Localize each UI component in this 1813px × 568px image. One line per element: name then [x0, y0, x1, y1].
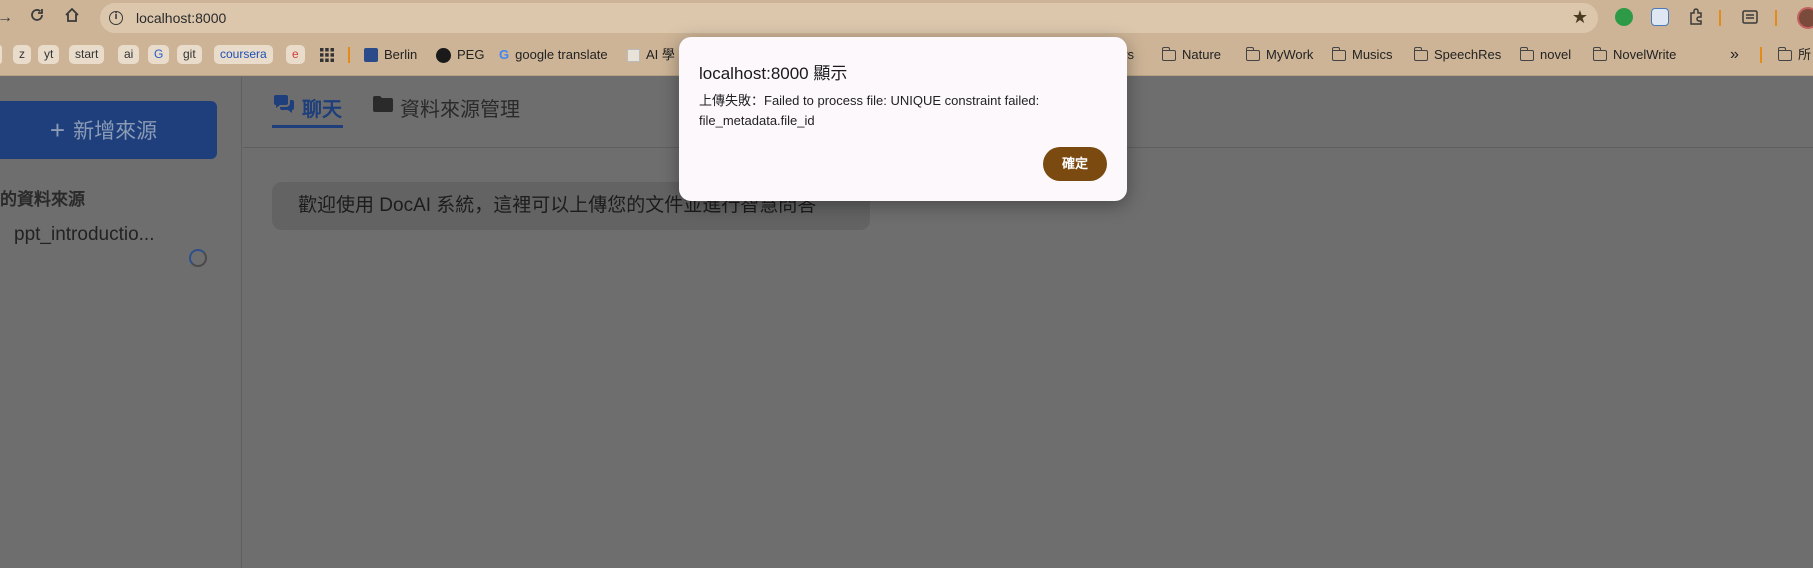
dialog-ok-button[interactable]: 確定: [1043, 147, 1107, 181]
address-bar[interactable]: i localhost:8000 ★: [100, 3, 1598, 33]
plus-icon: +: [49, 114, 66, 145]
folder-icon: [1413, 46, 1428, 61]
address-url[interactable]: localhost:8000: [136, 10, 226, 26]
bookmarks-overflow-chevron-icon[interactable]: »: [1730, 46, 1739, 64]
bookmark-chip-yt[interactable]: yt: [38, 45, 60, 64]
berlin-favicon-icon: [364, 48, 378, 62]
bookmark-chip-z[interactable]: z: [13, 45, 31, 64]
dialog-title: localhost:8000 顯示: [699, 64, 848, 83]
bookmark-folder-musics[interactable]: Musics: [1331, 46, 1392, 64]
bookmark-star-icon[interactable]: ★: [1572, 7, 1588, 28]
dialog-message: 上傳失敗：Failed to process file: UNIQUE cons…: [699, 93, 1040, 128]
evernote-extension-icon[interactable]: [1615, 8, 1633, 26]
tab-source-management[interactable]: 資料來源管理: [372, 87, 520, 127]
profile-avatar[interactable]: [1797, 7, 1813, 29]
github-icon: [436, 47, 451, 63]
bookmark-peg[interactable]: PEG: [436, 46, 484, 64]
folder-icon: [1331, 46, 1346, 61]
translate-extension-icon[interactable]: [1651, 8, 1669, 26]
loading-spinner-icon: [189, 249, 207, 267]
tab-chat-label: 聊天: [302, 98, 342, 121]
alert-dialog: localhost:8000 顯示 上傳失敗：Failed to process…: [679, 37, 1127, 201]
folder-icon: [1519, 46, 1534, 61]
page-favicon-icon: [627, 48, 640, 62]
folder-icon: [1161, 46, 1176, 61]
google-g-icon: G: [499, 47, 510, 62]
bookmark-chip[interactable]: [0, 45, 2, 64]
bookmark-berlin[interactable]: Berlin: [364, 46, 417, 64]
apps-grid-icon[interactable]: [320, 46, 334, 64]
tab-chat[interactable]: 聊天: [272, 87, 342, 127]
sources-heading: 的資料來源: [0, 190, 85, 209]
add-source-button[interactable]: + 新增來源: [0, 101, 217, 159]
bookmark-chip-git[interactable]: git: [177, 45, 202, 64]
site-info-icon[interactable]: i: [109, 11, 123, 25]
bookmark-chip-g[interactable]: G: [148, 45, 170, 64]
reload-icon[interactable]: [26, 7, 48, 29]
bookmark-folder-other[interactable]: 所: [1777, 46, 1811, 64]
bookmark-chip-e[interactable]: e: [286, 45, 305, 64]
bookmark-google-translate[interactable]: G google translate: [499, 46, 608, 64]
bookmark-folder-novel[interactable]: novel: [1519, 46, 1571, 64]
folder-icon: [1592, 46, 1607, 61]
source-item-label[interactable]: ppt_introductio...: [14, 224, 154, 246]
active-tab-indicator: [272, 125, 343, 128]
bookmark-folder-nature[interactable]: Nature: [1161, 46, 1221, 64]
tab-source-label: 資料來源管理: [400, 98, 520, 121]
bookmark-chip-ai[interactable]: ai: [118, 45, 140, 64]
add-source-label: 新增來源: [73, 120, 158, 143]
extensions-puzzle-icon[interactable]: [1687, 8, 1705, 26]
bookmark-folder-novelwrite[interactable]: NovelWrite: [1592, 46, 1676, 64]
bookmark-chip-start[interactable]: start: [69, 45, 105, 64]
sidebar: + 新增來源 的資料來源 ppt_introductio...: [0, 77, 242, 568]
browser-toolbar: → i localhost:8000 ★: [0, 0, 1813, 36]
forward-icon[interactable]: →: [0, 7, 16, 29]
bookmark-folder-mywork[interactable]: MyWork: [1245, 46, 1313, 64]
bookmark-chip-coursera[interactable]: coursera: [214, 45, 273, 64]
folder-icon: [1245, 46, 1260, 61]
chat-bubbles-icon: [272, 94, 296, 120]
home-icon[interactable]: [61, 7, 83, 29]
reading-list-icon[interactable]: [1741, 8, 1759, 26]
bookmark-folder-speechres[interactable]: SpeechRes: [1413, 46, 1501, 64]
folder-icon: [1777, 46, 1792, 61]
folder-icon: [372, 95, 394, 119]
bookmark-ai-learn[interactable]: AI 學: [627, 46, 675, 64]
